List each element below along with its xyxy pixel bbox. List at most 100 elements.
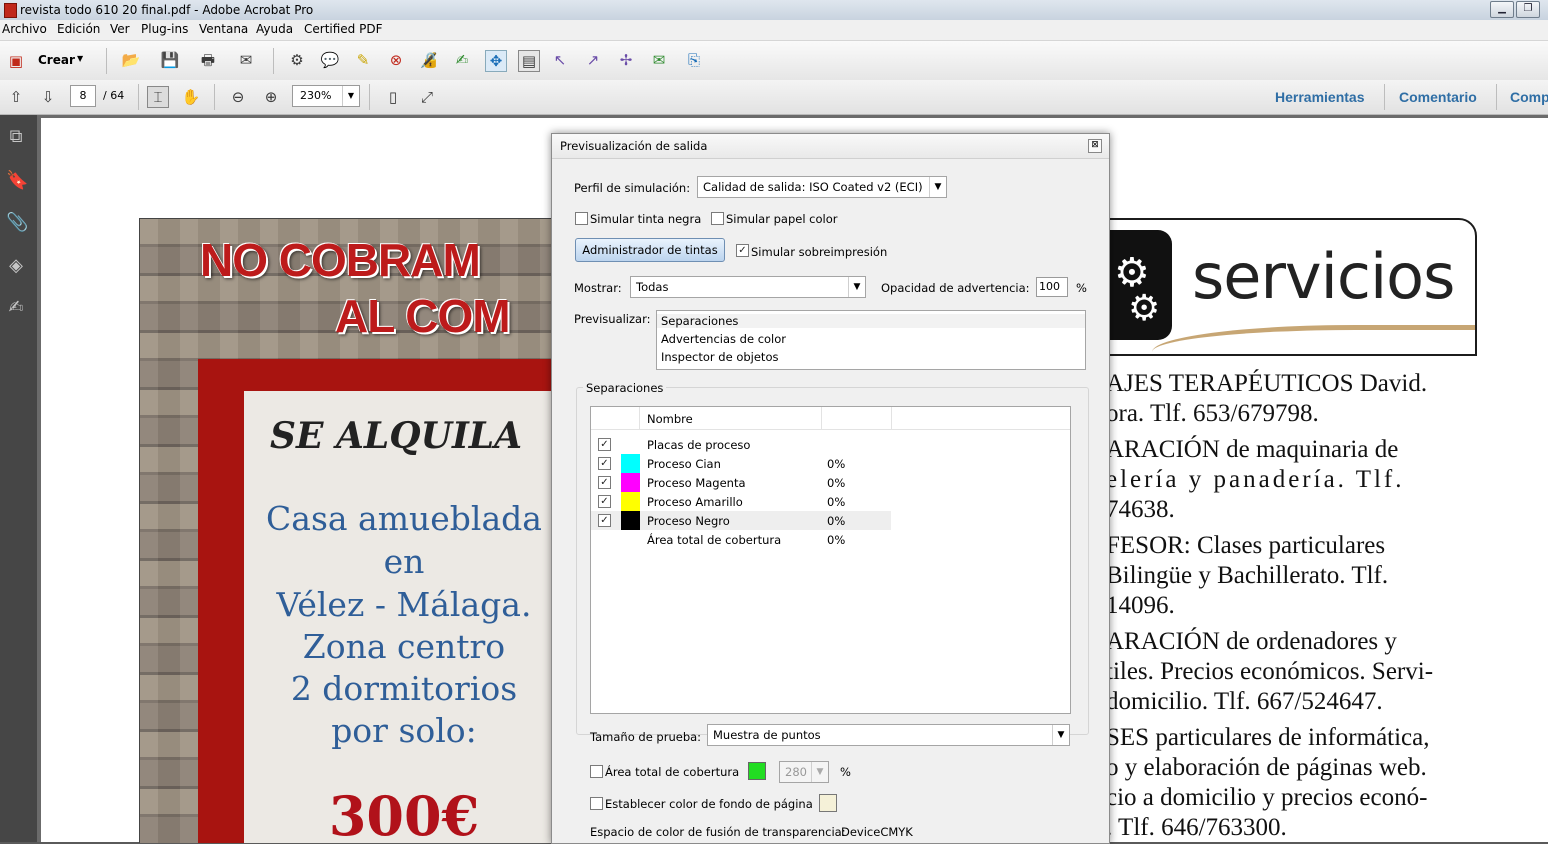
- hand-tool-icon[interactable]: ✋: [181, 87, 201, 107]
- sample-size-select[interactable]: Muestra de puntos ▼: [707, 724, 1070, 746]
- separations-group-label: Separaciones: [583, 381, 667, 395]
- preview-option-color-warnings[interactable]: Advertencias de color: [661, 332, 786, 346]
- tab-herramientas[interactable]: Herramientas: [1275, 89, 1365, 105]
- create-button[interactable]: Crear: [38, 53, 75, 67]
- coverage-color-swatch[interactable]: [748, 762, 766, 780]
- dialog-title: Previsualización de salida: [560, 139, 708, 153]
- secure-document-icon[interactable]: 🔏: [419, 50, 439, 70]
- separation-visible-checkbox[interactable]: ✓: [598, 514, 611, 527]
- move-icon[interactable]: ✢: [616, 50, 636, 70]
- table-row[interactable]: Área total de cobertura 0%: [591, 530, 891, 549]
- next-page-icon[interactable]: ⇩: [38, 87, 58, 107]
- simulate-paper-color-checkbox[interactable]: [711, 212, 724, 225]
- menu-ver[interactable]: Ver: [110, 22, 130, 36]
- table-row[interactable]: ✓ Proceso Amarillo 0%: [591, 492, 891, 511]
- menu-ventana[interactable]: Ventana: [199, 22, 248, 36]
- previous-page-icon[interactable]: ⇧: [6, 87, 26, 107]
- menu-ayuda[interactable]: Ayuda: [256, 22, 293, 36]
- show-select[interactable]: Todas ▼: [630, 276, 866, 298]
- settings-gear-icon[interactable]: ⚙: [287, 50, 307, 70]
- ad-price: 300€: [328, 784, 480, 843]
- open-folder-icon[interactable]: 📂: [121, 50, 141, 70]
- tab-comentario[interactable]: Comentario: [1399, 89, 1477, 105]
- title-bar: revista todo 610 20 final.pdf - Adobe Ac…: [0, 0, 1548, 20]
- page-background-swatch[interactable]: [819, 794, 837, 812]
- column-name-header[interactable]: Nombre: [647, 412, 693, 426]
- table-row[interactable]: ✓ Placas de proceso: [591, 435, 891, 454]
- comment-icon[interactable]: 💬: [320, 50, 340, 70]
- banner-curve: [1152, 325, 1475, 354]
- zoom-in-icon[interactable]: ⊕: [261, 87, 281, 107]
- simulate-black-ink-checkbox[interactable]: [575, 212, 588, 225]
- coverage-limit-unit: %: [840, 765, 851, 779]
- separation-visible-checkbox[interactable]: ✓: [598, 438, 611, 451]
- sign-document-icon[interactable]: ✍: [452, 50, 472, 70]
- separation-visible-checkbox[interactable]: ✓: [598, 495, 611, 508]
- page-number-input[interactable]: 8: [70, 85, 96, 107]
- select-tool-icon[interactable]: ⌶: [147, 86, 169, 108]
- simulation-profile-select[interactable]: Calidad de salida: ISO Coated v2 (ECI) ▼: [697, 176, 947, 198]
- chevron-down-icon[interactable]: ▼: [342, 86, 359, 106]
- preview-option-separations[interactable]: Separaciones: [657, 314, 1085, 328]
- ad-line: Casa amueblada: [266, 499, 542, 538]
- menu-plugins[interactable]: Plug-ins: [141, 22, 188, 36]
- send-mail-icon[interactable]: ✉: [649, 50, 669, 70]
- create-pdf-icon[interactable]: ▣: [6, 51, 26, 71]
- minimize-button[interactable]: ▁: [1490, 1, 1514, 18]
- touchup-object-icon[interactable]: ↗: [583, 50, 603, 70]
- menu-certified-pdf[interactable]: Certified PDF: [304, 22, 383, 36]
- delete-page-icon[interactable]: ⊗: [386, 50, 406, 70]
- ink-manager-button[interactable]: Administrador de tintas: [575, 238, 725, 262]
- print-icon[interactable]: 🖶: [198, 50, 218, 70]
- fit-page-icon[interactable]: ▯: [383, 87, 403, 107]
- preview-option-object-inspector[interactable]: Inspector de objetos: [661, 350, 778, 364]
- select-arrow-icon[interactable]: ↖: [550, 50, 570, 70]
- separation-percentage: 0%: [827, 457, 846, 471]
- profile-value: Calidad de salida: ISO Coated v2 (ECI): [703, 180, 923, 194]
- highlight-icon[interactable]: ✎: [353, 50, 373, 70]
- output-preview-icon[interactable]: ▤: [518, 50, 540, 72]
- full-screen-icon[interactable]: ⤢: [417, 87, 437, 107]
- ink-color-swatch: [621, 454, 640, 473]
- classified-line: o y elaboración de páginas web.: [1106, 754, 1427, 781]
- preflight-icon[interactable]: ⎘: [684, 50, 704, 70]
- table-row[interactable]: ✓ Proceso Negro 0%: [591, 511, 891, 530]
- bookmark-icon[interactable]: 🔖: [6, 171, 28, 191]
- menu-edicion[interactable]: Edición: [57, 22, 100, 36]
- close-button[interactable]: ⊠: [1088, 139, 1102, 153]
- edit-object-icon[interactable]: ✥: [485, 50, 507, 72]
- ad-line: 2 dormitorios: [290, 669, 518, 708]
- maximize-button[interactable]: ❐: [1516, 1, 1540, 18]
- zoom-out-icon[interactable]: ⊖: [228, 87, 248, 107]
- chevron-down-icon[interactable]: ▼: [811, 762, 828, 782]
- warning-opacity-input[interactable]: 100: [1036, 277, 1068, 297]
- simulate-overprint-checkbox[interactable]: ✓: [736, 244, 749, 257]
- table-row[interactable]: ✓ Proceso Cian 0%: [591, 454, 891, 473]
- chevron-down-icon[interactable]: ▼: [1052, 725, 1069, 745]
- warning-opacity-unit: %: [1076, 281, 1087, 295]
- separation-visible-checkbox[interactable]: ✓: [598, 457, 611, 470]
- menu-archivo[interactable]: Archivo: [2, 22, 47, 36]
- separation-visible-checkbox[interactable]: ✓: [598, 476, 611, 489]
- zoom-combo[interactable]: 230% ▼: [292, 85, 360, 107]
- attachment-icon[interactable]: 📎: [6, 213, 28, 233]
- tab-compartir[interactable]: Comp: [1510, 89, 1548, 105]
- chevron-down-icon[interactable]: ▼: [929, 177, 946, 197]
- layers-icon[interactable]: ◈: [6, 256, 26, 276]
- classified-line: domicilio. Tlf. 667/524647.: [1106, 688, 1383, 715]
- save-icon[interactable]: 💾: [160, 50, 180, 70]
- coverage-limit-select[interactable]: 280 ▼: [779, 761, 829, 783]
- separation-name: Proceso Amarillo: [647, 495, 743, 509]
- table-row[interactable]: ✓ Proceso Magenta 0%: [591, 473, 891, 492]
- page-background-color-checkbox[interactable]: [590, 797, 603, 810]
- email-icon[interactable]: ✉: [236, 50, 256, 70]
- signature-icon[interactable]: ✍: [6, 298, 26, 318]
- preview-mode-list[interactable]: Separaciones Advertencias de color Inspe…: [656, 310, 1086, 370]
- chevron-down-icon[interactable]: ▼: [848, 277, 865, 297]
- classified-line: 74638.: [1106, 496, 1175, 523]
- pages-thumbnail-icon[interactable]: ⧉: [6, 127, 26, 147]
- separation-percentage: 0%: [827, 533, 846, 547]
- total-area-coverage-checkbox[interactable]: [590, 765, 603, 778]
- ad-line: por solo:: [331, 711, 477, 750]
- chevron-down-icon[interactable]: ▼: [77, 54, 83, 63]
